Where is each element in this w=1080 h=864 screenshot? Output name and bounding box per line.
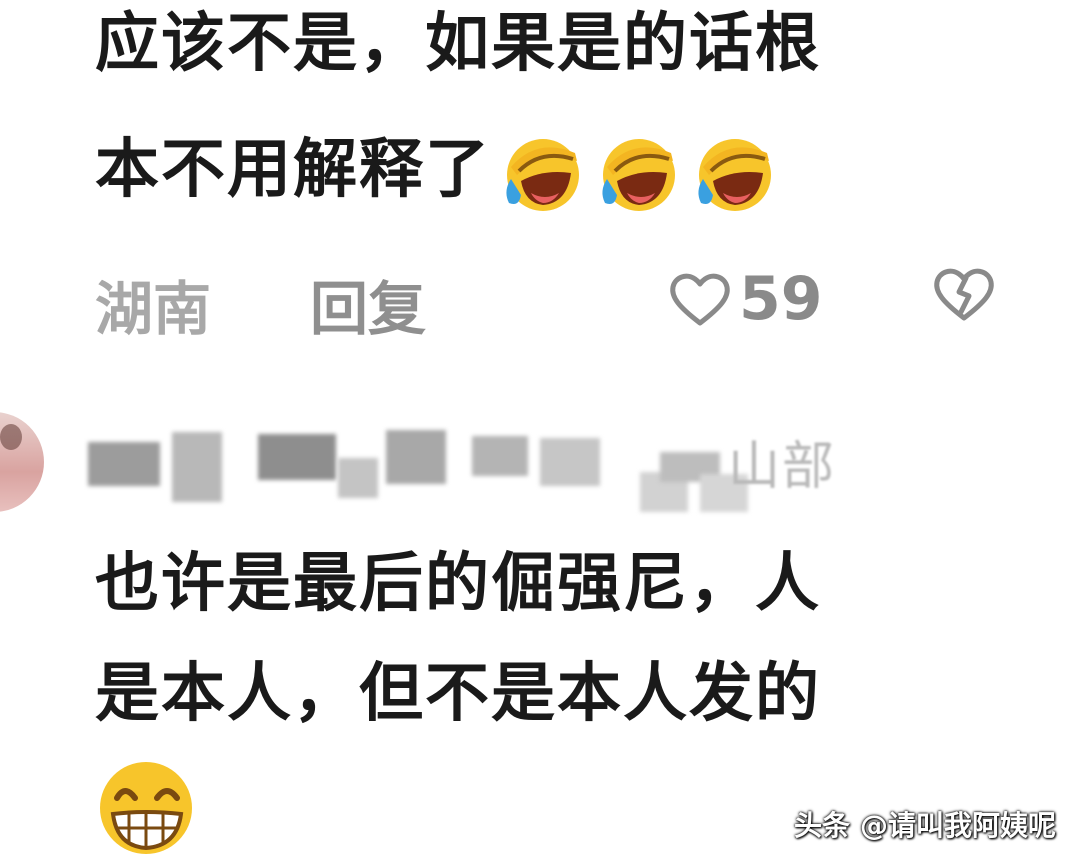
comment-2-text-line-2: 是本人，但不是本人发的 bbox=[95, 657, 821, 731]
dislike-button[interactable] bbox=[931, 264, 997, 338]
heart-outline-icon bbox=[670, 273, 730, 326]
face-with-tears-of-joy-icon bbox=[698, 139, 771, 212]
comment-2-header: 山部 bbox=[0, 412, 1080, 517]
username-visible-part: 山部 bbox=[728, 437, 837, 497]
comment-1-text-line-1: 应该不是，如果是的话根 bbox=[95, 7, 821, 81]
reply-button[interactable]: 回复 bbox=[310, 262, 426, 346]
location-label: 湖南 bbox=[95, 275, 212, 343]
comment-1-meta-row: 湖南 回复 59 bbox=[95, 262, 1005, 343]
emoji-group bbox=[497, 131, 777, 215]
watermark-author: @请叫我阿姨呢 bbox=[859, 809, 1056, 842]
comment-1-text-line-2-content: 本不用解释了 bbox=[95, 133, 491, 207]
avatar[interactable] bbox=[0, 412, 44, 512]
comment-2-text-line-1: 也许是最后的倔强尼，人 bbox=[95, 547, 821, 621]
broken-heart-icon bbox=[934, 268, 994, 321]
watermark-platform: 头条 bbox=[793, 809, 850, 842]
face-with-tears-of-joy-icon bbox=[602, 139, 675, 212]
grinning-face-icon bbox=[100, 762, 192, 854]
like-button[interactable]: 59 bbox=[667, 264, 823, 334]
like-count: 59 bbox=[739, 264, 823, 334]
watermark: 头条 @请叫我阿姨呢 bbox=[794, 804, 1056, 844]
face-with-tears-of-joy-icon bbox=[506, 139, 579, 212]
comment-1-text-line-2: 本不用解释了 bbox=[95, 128, 777, 215]
